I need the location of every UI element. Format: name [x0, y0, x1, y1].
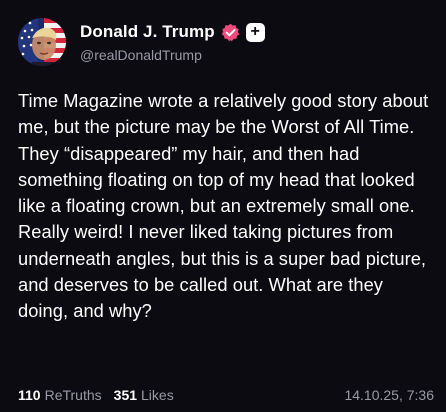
- follow-plus-button[interactable]: +: [245, 22, 265, 42]
- author-handle[interactable]: @realDonaldTrump: [80, 47, 265, 63]
- avatar[interactable]: [18, 18, 66, 66]
- retruths-stat[interactable]: 110 ReTruths: [18, 387, 102, 403]
- retruths-count: 110: [18, 387, 41, 403]
- avatar-image: [18, 18, 66, 66]
- post-header: Donald J. Trump + @realDonaldTrump: [18, 18, 265, 66]
- post-footer: 110 ReTruths 351 Likes 14.10.25, 7:36: [18, 384, 434, 406]
- retruths-label: ReTruths: [44, 387, 102, 403]
- truth-post: Donald J. Trump + @realDonaldTrump Time …: [0, 0, 446, 412]
- likes-stat[interactable]: 351 Likes: [114, 387, 174, 403]
- author-name-row: Donald J. Trump +: [80, 21, 265, 43]
- verified-badge-icon: [221, 23, 240, 42]
- author-display-name[interactable]: Donald J. Trump: [80, 22, 215, 42]
- likes-label: Likes: [141, 387, 174, 403]
- post-text: Time Magazine wrote a relatively good st…: [18, 90, 429, 322]
- post-timestamp[interactable]: 14.10.25, 7:36: [344, 387, 434, 403]
- author-info: Donald J. Trump + @realDonaldTrump: [80, 21, 265, 63]
- likes-count: 351: [113, 387, 138, 403]
